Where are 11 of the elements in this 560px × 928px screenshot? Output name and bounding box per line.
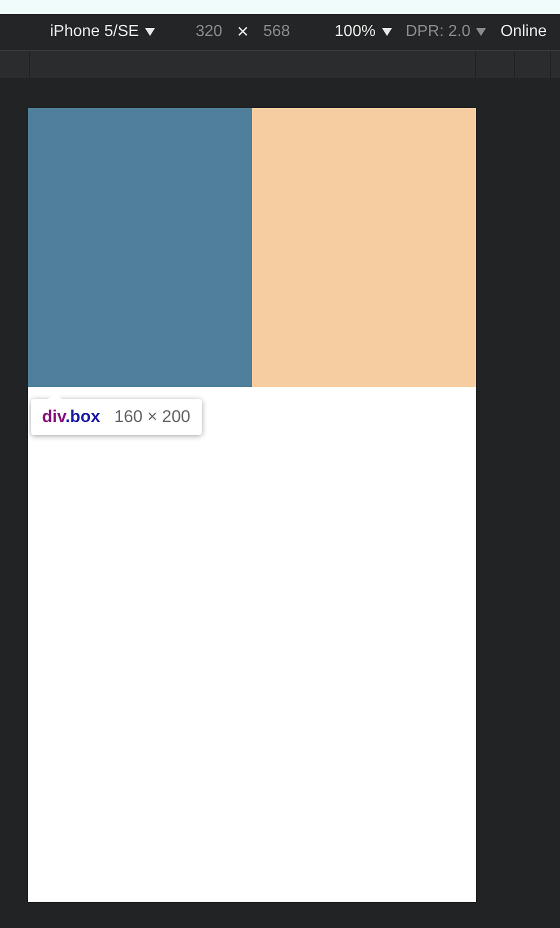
height-field[interactable]: 568	[256, 23, 297, 41]
throttling-dropdown[interactable]: Online	[500, 23, 547, 41]
caret-icon	[144, 28, 155, 36]
zoom-dropdown[interactable]: 100%	[334, 23, 392, 41]
element-selector: div.box	[42, 407, 100, 427]
caret-icon	[382, 28, 392, 36]
element-size: 160 × 200	[114, 407, 190, 427]
device-dropdown[interactable]: iPhone 5/SE	[50, 23, 155, 41]
dimension-separator: ×	[236, 20, 249, 44]
width-field[interactable]: 320	[188, 23, 229, 41]
caret-icon	[476, 28, 486, 36]
